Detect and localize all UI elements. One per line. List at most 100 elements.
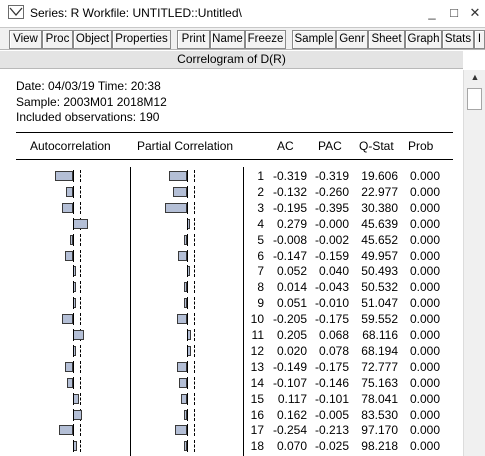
lag-value: 3 — [257, 200, 264, 215]
header-top-rule — [16, 132, 453, 133]
toolbar-graph-button[interactable]: Graph — [405, 30, 442, 49]
pac-value: -0.010 — [314, 296, 349, 311]
ac-zero-line — [73, 170, 74, 182]
pac-confidence-bound — [194, 344, 195, 357]
qstat-value: 50.532 — [361, 280, 398, 295]
prob-value: 0.000 — [409, 328, 440, 342]
ac-zero-line — [73, 392, 74, 405]
correlogram-row: 4 0.279 -0.000 45.639 0.000 — [0, 217, 463, 233]
correlogram-row: 1 -0.319 -0.319 19.606 0.000 — [0, 169, 463, 185]
lag-value: 9 — [257, 296, 264, 311]
correlogram-row: 7 0.052 0.040 50.493 0.000 — [0, 264, 463, 280]
pac-value: -0.175 — [314, 359, 349, 374]
qstat-value: 45.639 — [361, 216, 398, 231]
pac-zero-line — [187, 360, 188, 373]
ac-confidence-bound — [80, 313, 81, 326]
ac-zero-line — [73, 201, 74, 214]
pac-zero-line — [187, 265, 188, 278]
ac-zero-line — [73, 360, 74, 373]
close-icon[interactable]: ✕ — [465, 3, 485, 23]
qstat-value: 45.652 — [361, 232, 398, 247]
ac-confidence-bound — [80, 392, 81, 405]
ac-confidence-bound — [80, 344, 81, 357]
partial-correlation-header: Partial Correlation — [137, 139, 234, 153]
qstat-value: 50.493 — [361, 264, 398, 279]
minimize-icon[interactable]: _ — [422, 3, 442, 23]
correlogram-row: 3 -0.195 -0.395 30.380 0.000 — [0, 201, 463, 217]
ac-zero-line — [73, 185, 74, 198]
ac-value: -0.149 — [272, 359, 307, 374]
correlogram-row: 9 0.051 -0.010 51.047 0.000 — [0, 296, 463, 312]
pac-confidence-bound — [194, 329, 195, 341]
pac-confidence-bound — [194, 185, 195, 198]
correlogram-row: 13 -0.149 -0.175 72.777 0.000 — [0, 360, 463, 376]
toolbar-stats-button[interactable]: Stats — [442, 30, 474, 49]
prob-value: 0.000 — [409, 296, 440, 311]
pac-value: -0.213 — [314, 423, 349, 438]
pac-value: -0.101 — [314, 391, 349, 406]
pac-confidence-bound — [194, 201, 195, 214]
ac-value: 0.051 — [276, 296, 307, 311]
pac-confidence-bound — [194, 440, 195, 453]
qstat-value: 68.194 — [361, 343, 398, 358]
pac-value: -0.395 — [314, 200, 349, 215]
ac-zero-line — [73, 233, 74, 246]
pac-confidence-bound — [194, 265, 195, 278]
qstat-value: 75.163 — [361, 375, 398, 390]
pac-value: -0.025 — [314, 439, 349, 454]
toolbar-genr-button[interactable]: Genr — [336, 30, 368, 49]
pac-confidence-bound — [194, 376, 195, 389]
lag-value: 7 — [257, 264, 264, 279]
ac-bar — [64, 250, 73, 261]
maximize-icon[interactable]: □ — [444, 3, 464, 23]
toolbar-proc-button[interactable]: Proc — [42, 30, 73, 49]
ac-zero-line — [73, 376, 74, 389]
pac-confidence-bound — [194, 360, 195, 373]
prob-value: 0.000 — [409, 169, 440, 183]
toolbar-freeze-button[interactable]: Freeze — [245, 30, 286, 49]
ac-bar — [65, 186, 73, 197]
ac-confidence-bound — [80, 297, 81, 310]
qstat-value: 30.380 — [361, 200, 398, 215]
qstat-value: 83.530 — [361, 407, 398, 422]
pac-confidence-bound — [194, 392, 195, 405]
scroll-up-icon[interactable]: ▲ — [468, 72, 482, 84]
correlogram-row: 5 -0.008 -0.002 45.652 0.000 — [0, 233, 463, 249]
pac-confidence-bound — [194, 424, 195, 437]
toolbar-sample-button[interactable]: Sample — [292, 30, 336, 49]
ac-value: -0.147 — [272, 248, 307, 263]
toolbar-print-button[interactable]: Print — [177, 30, 210, 49]
toolbar-properties-button[interactable]: Properties — [112, 30, 171, 49]
ac-confidence-bound — [80, 376, 81, 389]
vertical-scrollbar[interactable]: ▲ — [463, 70, 485, 456]
ac-bar — [62, 202, 73, 213]
object-toolbar: View Proc Object Properties Print Name Freeze S… — [0, 28, 485, 50]
prob-header: Prob — [408, 139, 434, 153]
toolbar-name-button[interactable]: Name — [210, 30, 245, 49]
ac-bar — [61, 314, 73, 325]
pac-value: -0.159 — [314, 248, 349, 263]
ac-bar — [59, 425, 73, 436]
pac-zero-line — [187, 376, 188, 389]
toolbar-sheet-button[interactable]: Sheet — [368, 30, 405, 49]
ac-confidence-bound — [80, 233, 81, 246]
toolbar-object-button[interactable]: Object — [73, 30, 112, 49]
pac-zero-line — [187, 249, 188, 262]
qstat-value: 72.777 — [361, 359, 398, 374]
ac-confidence-bound — [80, 249, 81, 262]
ac-value: -0.008 — [272, 232, 307, 247]
correlogram-row: 12 0.020 0.078 68.194 0.000 — [0, 344, 463, 360]
correlogram-row: 14 -0.107 -0.146 75.163 0.000 — [0, 376, 463, 392]
prob-value: 0.000 — [409, 184, 440, 199]
pac-value: -0.002 — [314, 232, 349, 247]
ac-bar — [73, 409, 82, 420]
ac-value: -0.205 — [272, 312, 307, 327]
toolbar-ident-button[interactable]: I — [474, 30, 485, 49]
lag-value: 13 — [250, 359, 264, 374]
scroll-thumb[interactable] — [467, 88, 482, 110]
correlogram-row: 15 0.117 -0.101 78.041 0.000 — [0, 392, 463, 408]
ac-zero-line — [73, 297, 74, 310]
ac-value: 0.279 — [276, 216, 307, 231]
pac-zero-line — [187, 440, 188, 453]
toolbar-view-button[interactable]: View — [9, 30, 42, 49]
